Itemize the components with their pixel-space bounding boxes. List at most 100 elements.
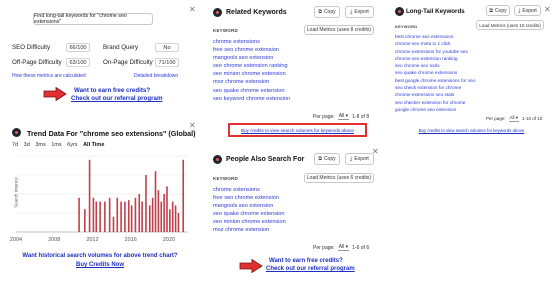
brand-query-row: Brand Query xyxy=(103,44,138,51)
export-button-label: Export xyxy=(354,9,369,15)
keyword-link[interactable]: seo checker extension for chrome xyxy=(395,99,476,106)
keyword-link[interactable]: chrome extensions xyxy=(213,38,290,46)
trend-bar xyxy=(154,171,157,232)
load-metrics-button[interactable]: Load Metrics (uses 10 credits) xyxy=(476,20,544,30)
trend-bar xyxy=(88,159,91,232)
load-metrics-button[interactable]: Load Metrics (uses 6 credits) xyxy=(304,173,374,183)
page-count: 1-6 of 6 xyxy=(352,244,370,251)
pagination: Per page: All ▾ 1-8 of 8 xyxy=(313,113,369,120)
trend-bar xyxy=(148,205,151,232)
keyword-link[interactable]: chrome seo meta in 1 click xyxy=(395,40,476,47)
keyword-link[interactable]: chrome extensions xyxy=(213,186,286,194)
copy-button[interactable]: ⧉ Copy xyxy=(314,6,340,18)
keyword-link[interactable]: seo minion chrome extension xyxy=(213,218,286,226)
per-page-select[interactable]: All ▾ xyxy=(337,244,350,251)
keyword-link[interactable]: moz chrome extension xyxy=(213,226,286,234)
trend-bar xyxy=(145,175,147,232)
pasf-keyword-list: chrome extensions free seo chrome extens… xyxy=(213,186,286,235)
buy-credits-box[interactable]: Buy credits to view search volumes for k… xyxy=(228,123,367,137)
keyword-link[interactable]: mangools seo extension xyxy=(213,54,290,62)
close-icon[interactable]: ✕ xyxy=(189,6,196,14)
brand-query-value: No xyxy=(155,43,179,52)
referral-link[interactable]: Check out our referral program xyxy=(266,266,355,272)
seo-difficulty-value: 66/100 xyxy=(66,43,90,52)
keyword-link[interactable]: seo quake chrome extension xyxy=(213,87,290,95)
keyword-link[interactable]: moz chrome extension xyxy=(213,78,290,86)
trend-bar xyxy=(120,201,122,232)
keyword-link[interactable]: seo check extension for chrome xyxy=(395,84,476,91)
copy-icon: ⧉ xyxy=(318,156,322,162)
x-tick-label: 2016 xyxy=(125,237,137,243)
tab-6yrs[interactable]: 6yrs xyxy=(67,142,77,148)
keyword-link[interactable]: mangools seo extension xyxy=(213,202,286,210)
trend-bar xyxy=(141,201,143,232)
tab-7d[interactable]: 7d xyxy=(12,142,18,148)
export-button[interactable]: ⤓ Export xyxy=(514,5,541,16)
load-metrics-label: Load Metrics (uses 8 credits) xyxy=(306,27,372,33)
keyword-link[interactable]: seo keyword chrome extension xyxy=(213,95,290,103)
keyword-link[interactable]: chrome extensions for youtube seo xyxy=(395,48,476,55)
load-metrics-button[interactable]: Load Metrics (uses 8 credits) xyxy=(304,25,374,35)
x-tick-label: 2008 xyxy=(48,237,60,243)
per-page-select[interactable]: All ▾ xyxy=(337,113,350,120)
trend-title: Trend Data For "chrome seo extensions" (… xyxy=(27,129,196,138)
referral-link[interactable]: Check out our referral program xyxy=(71,95,162,102)
copy-icon: ⧉ xyxy=(489,7,493,14)
close-icon[interactable]: ✕ xyxy=(544,6,551,14)
per-page-select[interactable]: All ▾ xyxy=(508,115,520,122)
keyword-link[interactable]: free seo chrome extension xyxy=(213,194,286,202)
keyword-link[interactable]: best chrome seo extensions xyxy=(395,33,476,40)
per-page-value: All xyxy=(509,115,515,120)
copy-button-label: Copy xyxy=(323,9,336,15)
tab-1ms[interactable]: 1ms xyxy=(51,142,61,148)
buy-credits-keywords-link[interactable]: Buy credits to view search volumes for k… xyxy=(389,128,554,133)
trend-bar xyxy=(99,201,101,232)
per-page-label: Per page: xyxy=(313,244,335,251)
export-button[interactable]: ⤓ Export xyxy=(345,6,374,18)
how-metrics-link[interactable]: How these metrics are calculated xyxy=(12,73,86,79)
keyword-link[interactable]: chrome seo extension ranking xyxy=(395,55,476,62)
keywords-everywhere-logo-icon xyxy=(213,155,222,164)
off-page-difficulty-value: 63/100 xyxy=(66,58,90,67)
trend-bar xyxy=(157,190,160,232)
trend-bar xyxy=(174,205,177,232)
buy-credits-keywords-link[interactable]: Buy credits to view search volumes for k… xyxy=(241,128,354,133)
red-arrow-icon xyxy=(239,259,263,273)
trend-bar xyxy=(134,197,137,232)
per-page-label: Per page: xyxy=(486,116,506,121)
download-icon: ⤓ xyxy=(350,156,353,162)
keyword-column-header: KEYWORD xyxy=(395,24,418,29)
trend-bar xyxy=(124,201,126,232)
trend-promo-line: Want historical search volumes for above… xyxy=(22,253,178,259)
tab-3ms[interactable]: 3ms xyxy=(35,142,45,148)
keyword-link[interactable]: chrome extensions seo stats xyxy=(395,91,476,98)
x-tick-label: 2012 xyxy=(86,237,98,243)
keywords-everywhere-logo-icon xyxy=(213,8,222,17)
keyword-link[interactable]: seo minion chrome extension xyxy=(213,70,290,78)
x-tick-label: 2004 xyxy=(10,237,22,243)
keyword-link[interactable]: seo chrome extension ranking xyxy=(213,62,290,70)
tab-all-time[interactable]: All Time xyxy=(83,142,104,148)
keyword-link[interactable]: seo quake chrome extension xyxy=(213,210,286,218)
keyword-link[interactable]: free seo chrome extension xyxy=(213,46,290,54)
keyword-link[interactable]: best google chrome extensions for seo xyxy=(395,77,476,84)
trend-bar xyxy=(116,197,119,232)
search-keyword-button[interactable]: Find long-tail keywords for "chrome seo … xyxy=(33,13,153,25)
buy-credits-link[interactable]: Buy Credits Now xyxy=(0,262,200,268)
on-page-difficulty-label: On-Page Difficulty xyxy=(103,59,153,66)
page-count: 1-8 of 8 xyxy=(352,113,370,120)
tab-3d[interactable]: 3d xyxy=(24,142,30,148)
keyword-link[interactable]: seo chrome seo tools xyxy=(395,62,476,69)
long-tail-keywords-panel: Long-Tail Keywords ⧉ Copy ⤓ Export ✕ KEYWO… xyxy=(389,0,554,140)
detailed-breakdown-link[interactable]: Detailed breakdown xyxy=(134,73,178,79)
keyword-link[interactable]: seo quake chrome extensions xyxy=(395,69,476,76)
copy-button[interactable]: ⧉ Copy xyxy=(314,153,340,165)
export-button[interactable]: ⤓ Export xyxy=(345,153,374,165)
on-page-row: On-Page Difficulty xyxy=(103,59,153,66)
keyword-link[interactable]: google chrome seo extension xyxy=(395,106,476,113)
per-page-value: All xyxy=(338,113,345,119)
copy-button[interactable]: ⧉ Copy xyxy=(486,5,510,16)
export-button-label: Export xyxy=(354,156,369,162)
trend-bar xyxy=(171,201,174,232)
trend-bar xyxy=(127,200,130,232)
